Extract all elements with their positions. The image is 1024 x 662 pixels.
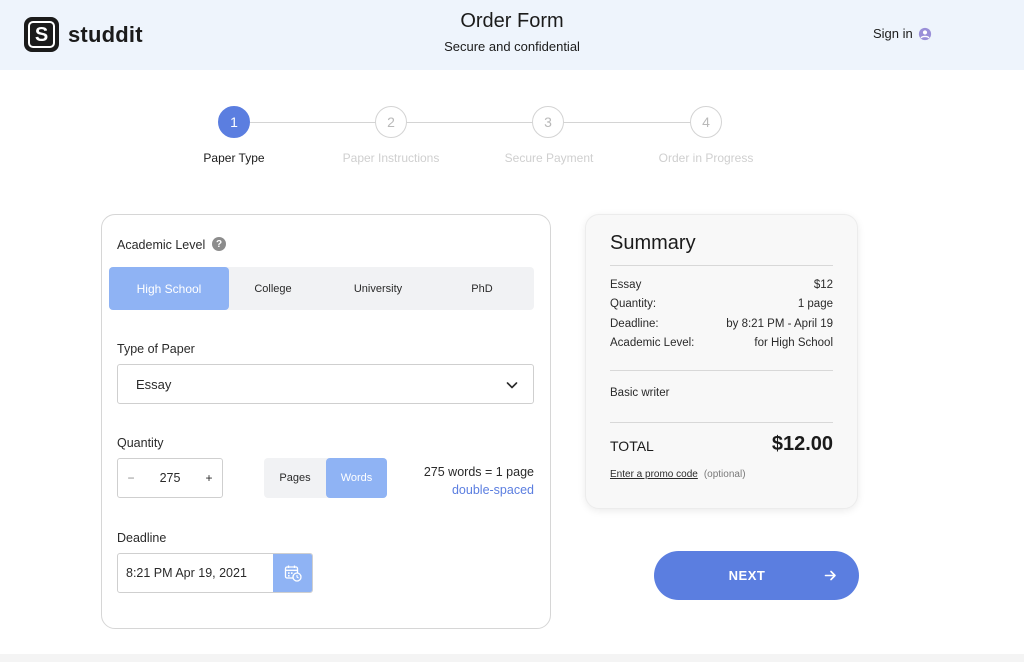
promo-code-link[interactable]: Enter a promo code: [610, 469, 698, 480]
next-button[interactable]: NEXT: [654, 551, 859, 600]
step-3-circle: 3: [532, 106, 564, 138]
promo-code-row: Enter a promo code (optional): [610, 469, 746, 480]
promo-optional-note: (optional): [703, 469, 746, 480]
quantity-input[interactable]: 275: [146, 471, 194, 485]
sign-in-link[interactable]: Sign in: [873, 26, 932, 41]
paper-type-label: Type of Paper: [117, 342, 195, 356]
step-4-circle: 4: [690, 106, 722, 138]
deadline-field[interactable]: 8:21 PM Apr 19, 2021: [117, 553, 313, 593]
summary-row-value: 1 page: [797, 298, 833, 310]
calendar-button[interactable]: [273, 554, 312, 592]
quantity-stepper: − 275 +: [117, 458, 223, 498]
step-number: 4: [702, 114, 710, 130]
writer-level: Basic writer: [610, 387, 670, 399]
academic-level-selector: High School College University PhD: [109, 267, 534, 310]
total-value: $12.00: [771, 433, 833, 455]
summary-row-label: Deadline:: [610, 318, 659, 330]
paper-type-value: Essay: [136, 377, 172, 392]
step-number: 2: [387, 114, 395, 130]
step-2-circle: 2: [375, 106, 407, 138]
step-3-label: Secure Payment: [504, 151, 594, 165]
summary-row-level: Academic Level: for High School: [610, 337, 833, 349]
summary-row-quantity: Quantity: 1 page: [610, 298, 833, 310]
level-option-high-school[interactable]: High School: [109, 267, 229, 310]
summary-row-value: for High School: [754, 337, 833, 349]
step-number: 3: [544, 114, 552, 130]
quantity-unit-selector: Pages Words: [264, 458, 387, 498]
level-option-college[interactable]: College: [229, 267, 317, 310]
page-title: Order Form: [460, 10, 564, 32]
quantity-label: Quantity: [117, 436, 164, 450]
summary-row-label: Essay: [610, 279, 642, 291]
header: S studdit Order Form Secure and confiden…: [0, 0, 1024, 70]
academic-level-label: Academic Level: [117, 238, 206, 252]
summary-divider: [610, 422, 833, 423]
question-icon[interactable]: ?: [212, 237, 226, 251]
summary-row-value: by 8:21 PM - April 19: [726, 318, 833, 330]
total-label: TOTAL: [610, 438, 654, 454]
summary-title: Summary: [610, 232, 696, 254]
summary-row-value: $12: [813, 279, 833, 291]
summary-row-label: Academic Level:: [610, 337, 695, 349]
step-4-label: Order in Progress: [658, 151, 754, 165]
summary-row-type: Essay $12: [610, 279, 833, 291]
chevron-down-icon: [506, 382, 518, 389]
deadline-value: 8:21 PM Apr 19, 2021: [126, 566, 247, 580]
words-per-page-note: 275 words = 1 page: [423, 465, 534, 479]
summary-divider: [610, 265, 833, 266]
step-2-label: Paper Instructions: [342, 151, 440, 165]
quantity-decrease-button[interactable]: −: [118, 459, 144, 497]
level-option-university[interactable]: University: [326, 267, 430, 310]
summary-divider: [610, 370, 833, 371]
calendar-clock-icon: [284, 565, 302, 582]
paper-type-select[interactable]: Essay: [117, 364, 534, 404]
progress-line: [250, 122, 706, 123]
sign-in-label: Sign in: [873, 26, 913, 41]
summary-row-deadline: Deadline: by 8:21 PM - April 19: [610, 318, 833, 330]
page-subtitle: Secure and confidential: [444, 39, 580, 54]
unit-option-words[interactable]: Words: [326, 458, 387, 498]
quantity-increase-button[interactable]: +: [196, 459, 222, 497]
deadline-label: Deadline: [117, 531, 167, 545]
step-1-label: Paper Type: [203, 151, 265, 165]
footer-strip: [0, 654, 1024, 662]
unit-option-pages[interactable]: Pages: [264, 458, 326, 498]
step-1-circle: 1: [218, 106, 250, 138]
summary-card: [585, 214, 858, 509]
summary-row-label: Quantity:: [610, 298, 657, 310]
spacing-link[interactable]: double-spaced: [394, 483, 534, 497]
user-circle-icon: [918, 27, 931, 40]
next-button-label: NEXT: [728, 568, 766, 583]
level-option-phd[interactable]: PhD: [430, 267, 534, 310]
arrow-right-icon: [824, 570, 836, 581]
step-number: 1: [230, 114, 238, 130]
